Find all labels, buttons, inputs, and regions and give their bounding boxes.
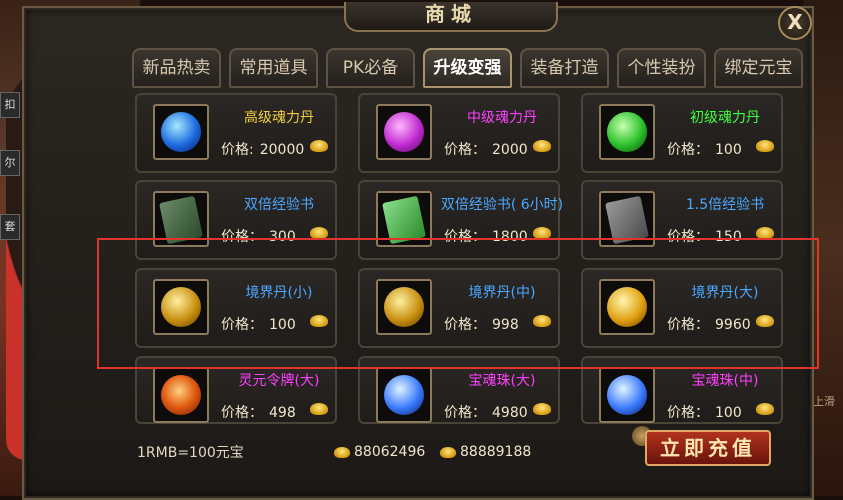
gold-ingot-icon	[334, 446, 350, 458]
item-name: 中级魂力丹	[467, 110, 537, 126]
price-value: 2000	[492, 142, 528, 158]
price-label: 价格:	[221, 142, 254, 158]
ingot-currency-icon	[310, 403, 328, 415]
recharge-button[interactable]: 立即充值	[645, 430, 771, 466]
bound-ingot-balance: 88889188	[440, 444, 531, 460]
gold-ingot-value: 88062496	[354, 444, 426, 460]
price-value: 100	[715, 142, 742, 158]
item-slot[interactable]	[153, 104, 209, 160]
ingot-currency-icon	[756, 403, 774, 415]
side-tab-1[interactable]: 扣	[0, 92, 20, 118]
side-tab-3[interactable]: 套	[0, 214, 20, 240]
tab-common-items[interactable]: 常用道具	[229, 48, 318, 88]
tab-pk-essentials[interactable]: PK必备	[326, 48, 415, 88]
item-name: 宝魂珠(大)	[468, 373, 536, 389]
item-name: 高级魂力丹	[244, 110, 314, 126]
item-price: 价格： 100	[667, 402, 742, 422]
exchange-rate-text: 1RMB=100元宝	[137, 445, 244, 461]
item-slot[interactable]	[376, 104, 432, 160]
bound-ingot-value: 88889188	[460, 444, 532, 460]
item-name: 1.5倍经验书	[685, 197, 765, 213]
price-value: 100	[715, 405, 742, 421]
ingot-currency-icon	[533, 403, 551, 415]
tab-personal-style[interactable]: 个性装扮	[617, 48, 706, 88]
purple-soul-orb-icon	[384, 112, 424, 152]
green-soul-orb-icon	[607, 112, 647, 152]
gold-ingot-balance: 88062496	[334, 444, 425, 460]
item-slot[interactable]	[153, 367, 209, 423]
ingot-currency-icon	[310, 140, 328, 152]
tab-new-hot[interactable]: 新品热卖	[132, 48, 221, 88]
price-label: 价格：	[221, 405, 263, 421]
item-price: 价格： 100	[667, 139, 742, 159]
price-label: 价格：	[444, 142, 486, 158]
item-price: 价格： 4980	[444, 402, 528, 422]
double-exp-book-icon	[159, 195, 203, 245]
exp-book-1-5x-icon	[605, 195, 649, 245]
item-slot[interactable]	[376, 367, 432, 423]
item-price: 价格： 498	[221, 402, 296, 422]
tab-equipment-forge[interactable]: 装备打造	[520, 48, 609, 88]
shop-item-card[interactable]: 初级魂力丹价格： 100	[581, 93, 783, 173]
side-tab-2[interactable]: 尔	[0, 150, 20, 176]
price-value: 4980	[492, 405, 528, 421]
window-title: 商城	[344, 2, 558, 32]
item-name: 灵元令牌(大)	[238, 373, 320, 389]
tab-bound-ingots[interactable]: 绑定元宝	[714, 48, 803, 88]
item-name: 双倍经验书( 6小时)	[440, 197, 564, 213]
treasure-soul-pearl-large-icon	[384, 375, 424, 415]
ingot-currency-icon	[756, 140, 774, 152]
shop-item-card[interactable]: 中级魂力丹价格： 2000	[358, 93, 560, 173]
ingot-currency-icon	[533, 140, 551, 152]
blue-soul-orb-icon	[161, 112, 201, 152]
tab-upgrade[interactable]: 升级变强	[423, 48, 512, 88]
item-slot[interactable]	[599, 367, 655, 423]
close-button[interactable]: X	[778, 6, 812, 40]
price-value: 498	[269, 405, 296, 421]
item-name: 初级魂力丹	[690, 110, 760, 126]
scroll-hint-text: 上滑	[813, 395, 835, 408]
bound-ingot-icon	[440, 446, 456, 458]
item-price: 价格: 20000	[221, 139, 304, 159]
double-exp-book-6h-icon	[382, 195, 426, 245]
price-label: 价格：	[667, 405, 709, 421]
spirit-token-icon	[161, 375, 201, 415]
item-slot[interactable]	[599, 104, 655, 160]
price-label: 价格：	[444, 405, 486, 421]
item-price: 价格： 2000	[444, 139, 528, 159]
item-name: 宝魂珠(中)	[691, 373, 759, 389]
price-value: 20000	[259, 142, 305, 158]
treasure-soul-pearl-medium-icon	[607, 375, 647, 415]
shop-item-card[interactable]: 高级魂力丹价格: 20000	[135, 93, 337, 173]
item-name: 双倍经验书	[244, 197, 314, 213]
price-label: 价格：	[667, 142, 709, 158]
selection-highlight	[97, 238, 819, 369]
